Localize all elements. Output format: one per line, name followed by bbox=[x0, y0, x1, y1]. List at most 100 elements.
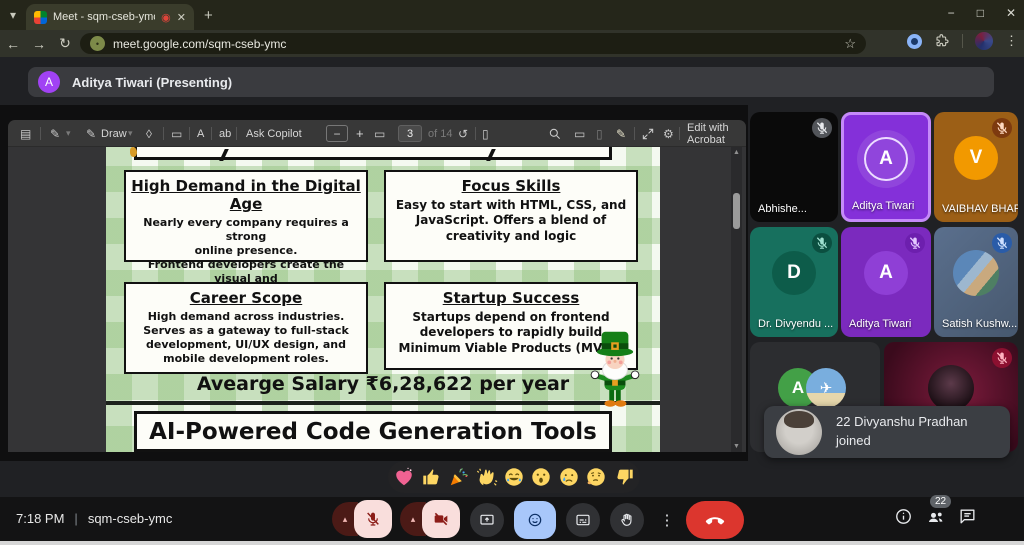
draw-caret-icon[interactable]: ▾ bbox=[128, 120, 133, 147]
reload-button[interactable]: ↻ bbox=[52, 35, 78, 52]
camera-off-button[interactable] bbox=[422, 500, 460, 538]
tile-aditya-tiwari-2[interactable]: A Aditya Tiwari bbox=[841, 227, 931, 337]
captions-button[interactable] bbox=[566, 503, 600, 537]
bookmark-star-icon[interactable]: ☆ bbox=[844, 36, 856, 52]
scrollbar-thumb[interactable] bbox=[733, 193, 740, 229]
people-panel-button[interactable] bbox=[926, 507, 946, 530]
mic-control-group: ▴ bbox=[332, 501, 392, 537]
site-info-icon[interactable]: • bbox=[90, 36, 105, 51]
airplane-photo-avatar: ✈ bbox=[806, 368, 846, 408]
forward-button[interactable]: → bbox=[26, 36, 52, 52]
annotations-icon[interactable]: ▭ bbox=[574, 120, 585, 147]
extension-icon[interactable] bbox=[907, 34, 922, 49]
browser-tab[interactable]: Meet - sqm-cseb-ymc ◉ ✕ bbox=[26, 4, 194, 30]
reaction-party-popper-icon[interactable] bbox=[448, 466, 470, 488]
page-number-box[interactable]: 3 bbox=[398, 120, 422, 147]
eraser-icon[interactable]: ◊ bbox=[146, 120, 152, 147]
participant-count-badge: 22 bbox=[930, 495, 951, 508]
url-text: meet.google.com/sqm-cseb-ymc bbox=[113, 37, 836, 51]
two-page-view-icon[interactable]: ▭ bbox=[171, 120, 182, 147]
camera-control-group: ▴ bbox=[400, 501, 460, 537]
slide-box-body: Easy to start with HTML, CSS, and JavaSc… bbox=[390, 198, 632, 244]
reaction-laughing-icon[interactable] bbox=[503, 466, 525, 488]
participant-name: VAIBHAV BHARTI bbox=[942, 203, 1018, 215]
reaction-thumbs-up-icon[interactable] bbox=[421, 466, 443, 488]
slide-box-high-demand: High Demand in the Digital Age Nearly ev… bbox=[124, 170, 368, 262]
reaction-surprised-icon[interactable] bbox=[530, 466, 552, 488]
window-close-button[interactable]: ✕ bbox=[1006, 6, 1016, 20]
minimize-button[interactable]: − bbox=[948, 6, 955, 20]
presenting-banner[interactable]: A Aditya Tiwari (Presenting) bbox=[28, 67, 994, 97]
slide-box-title: Career Scope bbox=[130, 289, 362, 307]
participant-name: Dr. Divyendu ... bbox=[758, 318, 833, 330]
highlight-mode-icon[interactable]: ✎ bbox=[616, 120, 626, 147]
highlighter-caret-icon[interactable]: ▾ bbox=[66, 120, 71, 147]
mic-muted-icon bbox=[992, 233, 1012, 253]
mic-muted-icon bbox=[905, 233, 925, 253]
avatar-letter: V bbox=[954, 136, 998, 180]
mic-muted-icon bbox=[992, 118, 1012, 138]
tile-aditya-tiwari-1[interactable]: A Aditya Tiwari bbox=[841, 112, 931, 222]
tab-search-icon[interactable]: ▾ bbox=[10, 8, 16, 22]
meeting-info-button[interactable] bbox=[894, 507, 913, 529]
activities-grid-button[interactable] bbox=[992, 510, 1012, 530]
avatar-letter: A bbox=[864, 251, 908, 295]
meet-favicon-icon bbox=[34, 11, 47, 24]
pdf-scrollbar[interactable]: ▲ ▼ bbox=[731, 147, 742, 452]
tab-close-icon[interactable]: ✕ bbox=[177, 11, 186, 24]
address-bar[interactable]: • meet.google.com/sqm-cseb-ymc ☆ bbox=[80, 33, 866, 54]
page-layout-icon[interactable]: ▯ bbox=[482, 120, 489, 147]
participant-name: Aditya Tiwari bbox=[852, 200, 914, 212]
read-aloud-icon[interactable]: ab bbox=[219, 120, 231, 147]
tile-abhishek[interactable]: Abhishe... bbox=[750, 112, 838, 222]
zoom-out-button[interactable]: − bbox=[326, 120, 348, 147]
edit-with-acrobat-button[interactable]: Edit with Acrobat bbox=[687, 120, 746, 147]
fullscreen-icon[interactable] bbox=[641, 120, 655, 147]
tile-dr-divyendu[interactable]: D Dr. Divyendu ... bbox=[750, 227, 838, 337]
present-screen-button[interactable] bbox=[470, 503, 504, 537]
clock-time: 7:18 PM bbox=[16, 511, 64, 526]
end-call-button[interactable] bbox=[686, 501, 744, 539]
recording-indicator-icon: ◉ bbox=[161, 11, 171, 24]
raise-hand-button[interactable] bbox=[610, 503, 644, 537]
reaction-clapping-hands-icon[interactable] bbox=[476, 466, 498, 488]
mic-mute-button[interactable] bbox=[354, 500, 392, 538]
slide-decoration bbox=[130, 147, 137, 157]
pdf-canvas: High Demand in the Digital Age Nearly ev… bbox=[8, 147, 746, 452]
toast-message: 22 Divyanshu Pradhan joined bbox=[836, 413, 968, 451]
toolbar-right-icons: ⋮ bbox=[907, 32, 1018, 50]
new-tab-button[interactable]: + bbox=[204, 7, 213, 24]
profile-avatar[interactable] bbox=[975, 32, 993, 50]
browser-menu-icon[interactable]: ⋮ bbox=[1005, 33, 1018, 49]
tab-title: Meet - sqm-cseb-ymc bbox=[53, 11, 155, 23]
avatar-letter: A bbox=[864, 137, 908, 181]
toolbar-divider bbox=[962, 34, 963, 48]
zoom-in-button[interactable]: + bbox=[356, 120, 364, 147]
scroll-up-icon[interactable]: ▲ bbox=[731, 149, 742, 156]
chat-panel-button[interactable] bbox=[958, 507, 977, 529]
extensions-puzzle-icon[interactable] bbox=[934, 33, 950, 49]
scroll-down-icon[interactable]: ▼ bbox=[731, 443, 742, 450]
screen-bottom-edge bbox=[0, 541, 1024, 545]
settings-gear-icon[interactable]: ⚙ bbox=[663, 120, 674, 147]
reaction-thumbs-down-icon[interactable] bbox=[613, 466, 635, 488]
draw-label[interactable]: Draw bbox=[101, 120, 127, 147]
slide-box-title: Startup Success bbox=[390, 289, 632, 307]
highlighter-icon[interactable]: ✎ bbox=[50, 120, 60, 147]
ask-copilot-button[interactable]: Ask Copilot bbox=[246, 120, 302, 147]
reaction-thinking-icon[interactable] bbox=[585, 466, 607, 488]
back-button[interactable]: ← bbox=[0, 36, 26, 52]
pdf-sidebar-toggle-icon[interactable]: ▤ bbox=[20, 120, 31, 147]
maximize-button[interactable]: □ bbox=[977, 6, 984, 20]
text-tool-icon[interactable]: A bbox=[197, 120, 204, 147]
reaction-crying-icon[interactable] bbox=[558, 466, 580, 488]
tile-satish-kushwaha[interactable]: Satish Kushw... bbox=[934, 227, 1018, 337]
reaction-sparkling-heart-icon[interactable] bbox=[393, 466, 415, 488]
more-options-button[interactable]: ⋮ bbox=[656, 503, 678, 537]
search-icon[interactable] bbox=[548, 120, 562, 147]
draw-pen-icon[interactable]: ✎ bbox=[86, 120, 96, 147]
reactions-button[interactable] bbox=[514, 501, 556, 539]
rotate-icon[interactable]: ↺ bbox=[458, 120, 468, 147]
fit-page-icon[interactable]: ▭ bbox=[374, 120, 385, 147]
tile-vaibhav-bharti[interactable]: V VAIBHAV BHARTI bbox=[934, 112, 1018, 222]
